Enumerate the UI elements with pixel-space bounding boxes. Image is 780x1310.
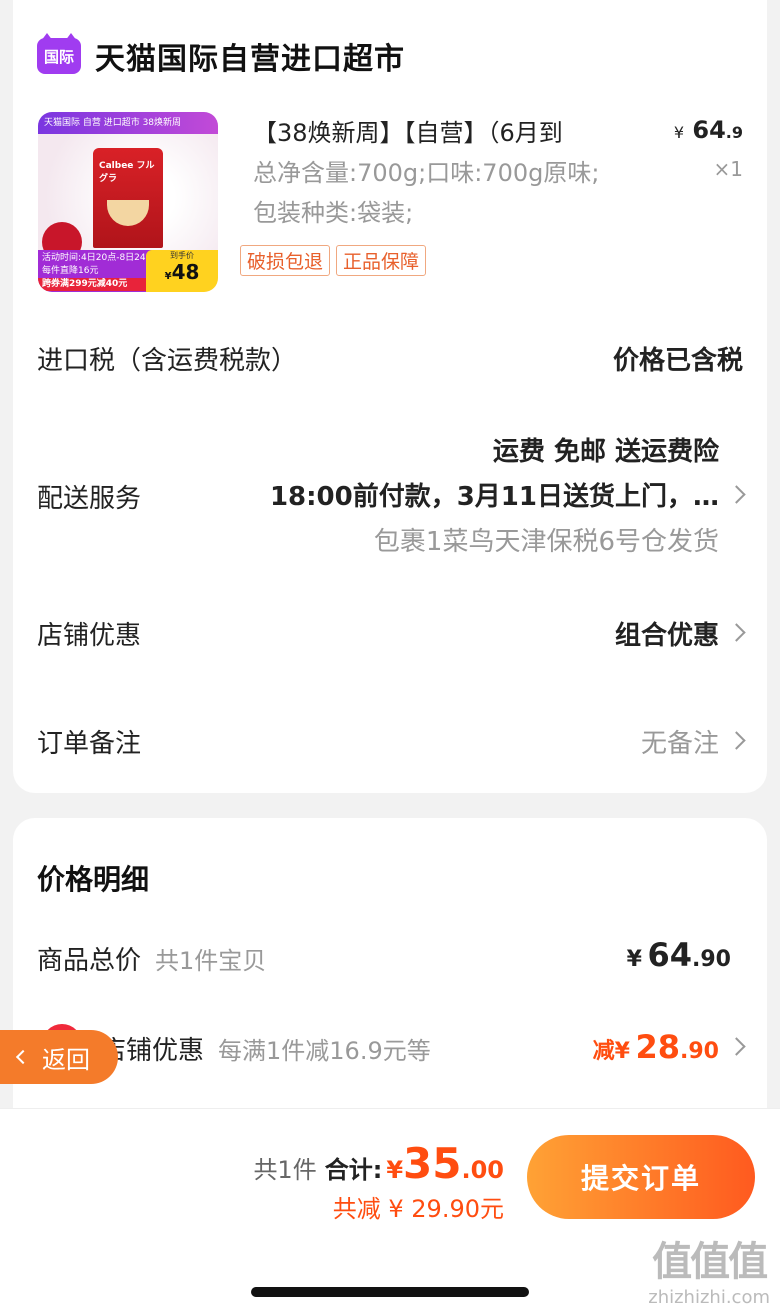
home-indicator[interactable] [251,1287,529,1297]
service-tags: 破损包退 正品保障 [240,245,432,276]
total-currency: ¥ [386,1156,404,1184]
total-int: 35 [403,1139,462,1188]
order-note-value[interactable]: 无备注 [641,723,719,760]
product-thumbnail[interactable]: 天猫国际 自营 进口超市 38焕新周 Calbee フルグラ 活动时间:4日20… [38,112,218,292]
import-tax-label: 进口税（含运费税款） [37,346,298,376]
store-discount-detail-amount[interactable]: 减¥ 28.90 [593,1028,719,1066]
store-discount-label: 店铺优惠 [37,621,142,651]
store-discount-value[interactable]: 组合优惠 [615,615,719,652]
delivery-time-info[interactable]: 18:00前付款，3月11日送货上门，… [270,476,719,513]
product-quantity: ×1 [713,157,743,181]
back-button[interactable]: 返回 [0,1030,118,1084]
store-logo-text: 国际 [43,47,74,66]
store-name: 天猫国际自营进口超市 [95,42,405,77]
order-note-label: 订单备注 [37,729,142,759]
order-card: 国际 天猫国际自营进口超市 天猫国际 自营 进口超市 38焕新周 Calbee … [13,0,767,793]
import-tax-value: 价格已含税 [612,346,743,376]
price-detail-title: 价格明细 [37,863,150,896]
product-price: ¥ 64.9 [673,116,743,144]
total-dec: .00 [461,1156,504,1184]
delivery-warehouse-info: 包裹1菜鸟天津保税6号仓发货 [373,527,719,557]
thumbnail-top-banner: 天猫国际 自营 进口超市 38焕新周 [38,112,218,134]
store-discount-chevron-right-icon[interactable] [727,623,746,642]
watermark: 值值值 zhizhizhi.com [648,1239,770,1308]
store-discount-detail-chevron-right-icon[interactable] [727,1037,746,1056]
total-saved: 共减 ¥ 29.90元 [332,1195,504,1223]
goods-total-price: ¥ 64.90 [626,936,731,974]
delivery-label: 配送服务 [37,484,142,514]
product-spec-line-1: 总净含量:700g;口味:700g原味; [253,159,600,187]
store-header[interactable]: 国际 天猫国际自营进口超市 [37,33,405,77]
tag-genuine-guarantee: 正品保障 [336,245,427,276]
back-arrow-icon [15,1049,31,1065]
total-label: 合计: [324,1156,383,1184]
goods-total-label: 商品总价 共1件宝贝 [37,946,267,976]
item-count: 共1件 [253,1156,317,1184]
product-spec-line-2: 包装种类:袋装; [253,199,414,227]
cereal-bag-image: Calbee フルグラ [93,148,163,248]
store-discount-detail-label: 店铺优惠 每满1件减16.9元等 [100,1036,431,1066]
product-spec: 总净含量:700g;口味:700g原味; 包装种类:袋装; [253,153,673,233]
order-total: 共1件 合计: ¥ 35 .00 [253,1139,504,1188]
product-title[interactable]: 【38焕新周】【自营】（6月到 [253,113,563,148]
thumbnail-price-value: ¥48 [164,260,200,284]
cereal-bowl-icon [107,200,149,226]
goods-total-sub: 共1件宝贝 [155,947,267,975]
tmall-global-logo-icon: 国际 [37,33,81,74]
order-note-chevron-right-icon[interactable] [727,731,746,750]
back-button-label: 返回 [42,1045,90,1074]
delivery-shipping-info[interactable]: 运费 免邮 送运费险 [493,431,719,468]
tag-damage-return: 破损包退 [240,245,331,276]
submit-order-button[interactable]: 提交订单 [527,1135,755,1219]
checkout-bar: 共1件 合计: ¥ 35 .00 共减 ¥ 29.90元 提交订单 值值值 zh… [0,1108,780,1310]
store-discount-detail-sub: 每满1件减16.9元等 [218,1037,431,1065]
delivery-chevron-right-icon[interactable] [727,485,746,504]
thumbnail-price-box: 到手价 ¥48 [146,250,218,292]
thumbnail-brand: Calbee フルグラ [99,161,155,184]
